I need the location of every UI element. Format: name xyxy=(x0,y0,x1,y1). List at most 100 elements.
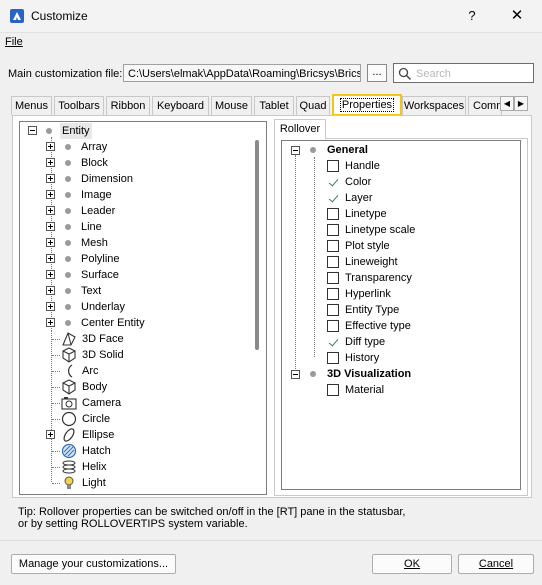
bullet-icon xyxy=(65,240,71,246)
menu-file[interactable]: File xyxy=(5,36,23,48)
checkbox-hyperlink[interactable] xyxy=(327,288,339,300)
tree-item-ellipse[interactable]: Ellipse xyxy=(82,427,114,443)
tab-mouse[interactable]: Mouse xyxy=(211,96,252,115)
checkbox-diff-type[interactable] xyxy=(327,336,339,348)
tab-keyboard[interactable]: Keyboard xyxy=(152,96,209,115)
rollover-properties-tree[interactable] xyxy=(281,140,521,490)
bullet-icon xyxy=(65,256,71,262)
tree-root-entity[interactable]: Entity xyxy=(60,123,92,139)
close-button[interactable]: ✕ xyxy=(500,4,534,28)
checkbox-effective-type[interactable] xyxy=(327,320,339,332)
checkbox-handle[interactable] xyxy=(327,160,339,172)
tree-item-light[interactable]: Light xyxy=(82,475,106,491)
bullet-icon xyxy=(310,371,316,377)
tree-item-array[interactable]: Array xyxy=(81,139,107,155)
checkbox-linetype-scale[interactable] xyxy=(327,224,339,236)
prop-diff-type-label: Diff type xyxy=(345,336,386,348)
tab-ribbon[interactable]: Ribbon xyxy=(106,96,150,115)
checkbox-layer[interactable] xyxy=(327,192,339,204)
checkbox-history[interactable] xyxy=(327,352,339,364)
tab-scroll-left-button[interactable]: ◀ xyxy=(500,96,514,111)
cancel-button[interactable]: Cancel xyxy=(458,554,534,574)
search-box[interactable] xyxy=(393,63,534,83)
prop-layer-label: Layer xyxy=(345,192,373,204)
ellipse-icon xyxy=(63,428,75,442)
tree-item-image[interactable]: Image xyxy=(81,187,112,203)
main-file-field[interactable]: C:\Users\elmak\AppData\Roaming\Bricsys\B… xyxy=(123,64,361,82)
tree-item-hatch[interactable]: Hatch xyxy=(82,443,111,459)
expand-toggle[interactable] xyxy=(46,254,55,263)
3d-face-icon xyxy=(62,332,76,346)
group-3d-visualization[interactable]: 3D Visualization xyxy=(327,366,411,382)
checkbox-material[interactable] xyxy=(327,384,339,396)
arc-icon xyxy=(68,364,73,378)
tree-item-leader[interactable]: Leader xyxy=(81,203,115,219)
entity-tree[interactable] xyxy=(19,121,267,495)
group-general[interactable]: General xyxy=(327,142,368,158)
tip-text-line1: Tip: Rollover properties can be switched… xyxy=(18,506,406,518)
expand-toggle[interactable] xyxy=(46,206,55,215)
collapse-3d-visualization-toggle[interactable] xyxy=(291,370,300,379)
collapse-entity-toggle[interactable] xyxy=(28,126,37,135)
collapse-general-toggle[interactable] xyxy=(291,146,300,155)
tab-workspaces[interactable]: Workspaces xyxy=(402,96,466,115)
tree-item-underlay[interactable]: Underlay xyxy=(81,299,125,315)
prop-handle-label: Handle xyxy=(345,160,380,172)
bullet-icon xyxy=(46,128,52,134)
checkbox-linetype[interactable] xyxy=(327,208,339,220)
tree-item-body[interactable]: Body xyxy=(82,379,107,395)
tab-properties[interactable]: Properties xyxy=(332,94,402,116)
help-button[interactable]: ? xyxy=(457,4,487,28)
expand-toggle[interactable] xyxy=(46,286,55,295)
tab-menus[interactable]: Menus xyxy=(11,96,52,115)
bullet-icon xyxy=(65,208,71,214)
tree-item-camera[interactable]: Camera xyxy=(82,395,121,411)
tree-item-mesh[interactable]: Mesh xyxy=(81,235,108,251)
expand-toggle[interactable] xyxy=(46,302,55,311)
ok-button[interactable]: OK xyxy=(372,554,452,574)
tree-item-line[interactable]: Line xyxy=(81,219,102,235)
tree-item-polyline[interactable]: Polyline xyxy=(81,251,120,267)
checkbox-color[interactable] xyxy=(327,176,339,188)
expand-toggle[interactable] xyxy=(46,190,55,199)
tree-item-3d-solid[interactable]: 3D Solid xyxy=(82,347,124,363)
expand-toggle[interactable] xyxy=(46,222,55,231)
prop-linetype-scale-label: Linetype scale xyxy=(345,224,416,236)
checkbox-plot-style[interactable] xyxy=(327,240,339,252)
manage-customizations-button[interactable]: Manage your customizations... xyxy=(11,554,176,574)
expand-toggle[interactable] xyxy=(46,430,55,439)
expand-toggle[interactable] xyxy=(46,158,55,167)
tab-properties-label: Properties xyxy=(339,98,395,112)
circle-icon xyxy=(61,411,77,427)
expand-toggle[interactable] xyxy=(46,270,55,279)
window-title: Customize xyxy=(31,9,88,23)
tab-toolbars[interactable]: Toolbars xyxy=(54,96,104,115)
checkbox-entity-type[interactable] xyxy=(327,304,339,316)
expand-toggle[interactable] xyxy=(46,174,55,183)
3d-solid-icon xyxy=(62,347,76,363)
tab-tablet[interactable]: Tablet xyxy=(254,96,294,115)
tree-item-circle[interactable]: Circle xyxy=(82,411,110,427)
tree-item-center-entity[interactable]: Center Entity xyxy=(81,315,145,331)
tip-text-line2: or by setting ROLLOVERTIPS system variab… xyxy=(18,518,248,530)
tab-scroll-right-button[interactable]: ▶ xyxy=(514,96,528,111)
search-input[interactable] xyxy=(414,66,533,82)
tab-quad[interactable]: Quad xyxy=(296,96,330,115)
checkbox-lineweight[interactable] xyxy=(327,256,339,268)
tree-item-block[interactable]: Block xyxy=(81,155,108,171)
tree-item-dimension[interactable]: Dimension xyxy=(81,171,133,187)
expand-toggle[interactable] xyxy=(46,238,55,247)
tree-item-text[interactable]: Text xyxy=(81,283,101,299)
expand-toggle[interactable] xyxy=(46,318,55,327)
tree-item-arc[interactable]: Arc xyxy=(82,363,99,379)
tab-comm[interactable]: Comm xyxy=(468,96,502,115)
tree-item-helix[interactable]: Helix xyxy=(82,459,106,475)
browse-button[interactable]: ... xyxy=(367,64,387,82)
tree-item-3d-face[interactable]: 3D Face xyxy=(82,331,124,347)
expand-toggle[interactable] xyxy=(46,142,55,151)
tree-scrollbar[interactable] xyxy=(255,140,259,350)
checkbox-transparency[interactable] xyxy=(327,272,339,284)
tab-rollover[interactable]: Rollover xyxy=(274,119,326,139)
tree-item-surface[interactable]: Surface xyxy=(81,267,119,283)
prop-entity-type-label: Entity Type xyxy=(345,304,400,316)
